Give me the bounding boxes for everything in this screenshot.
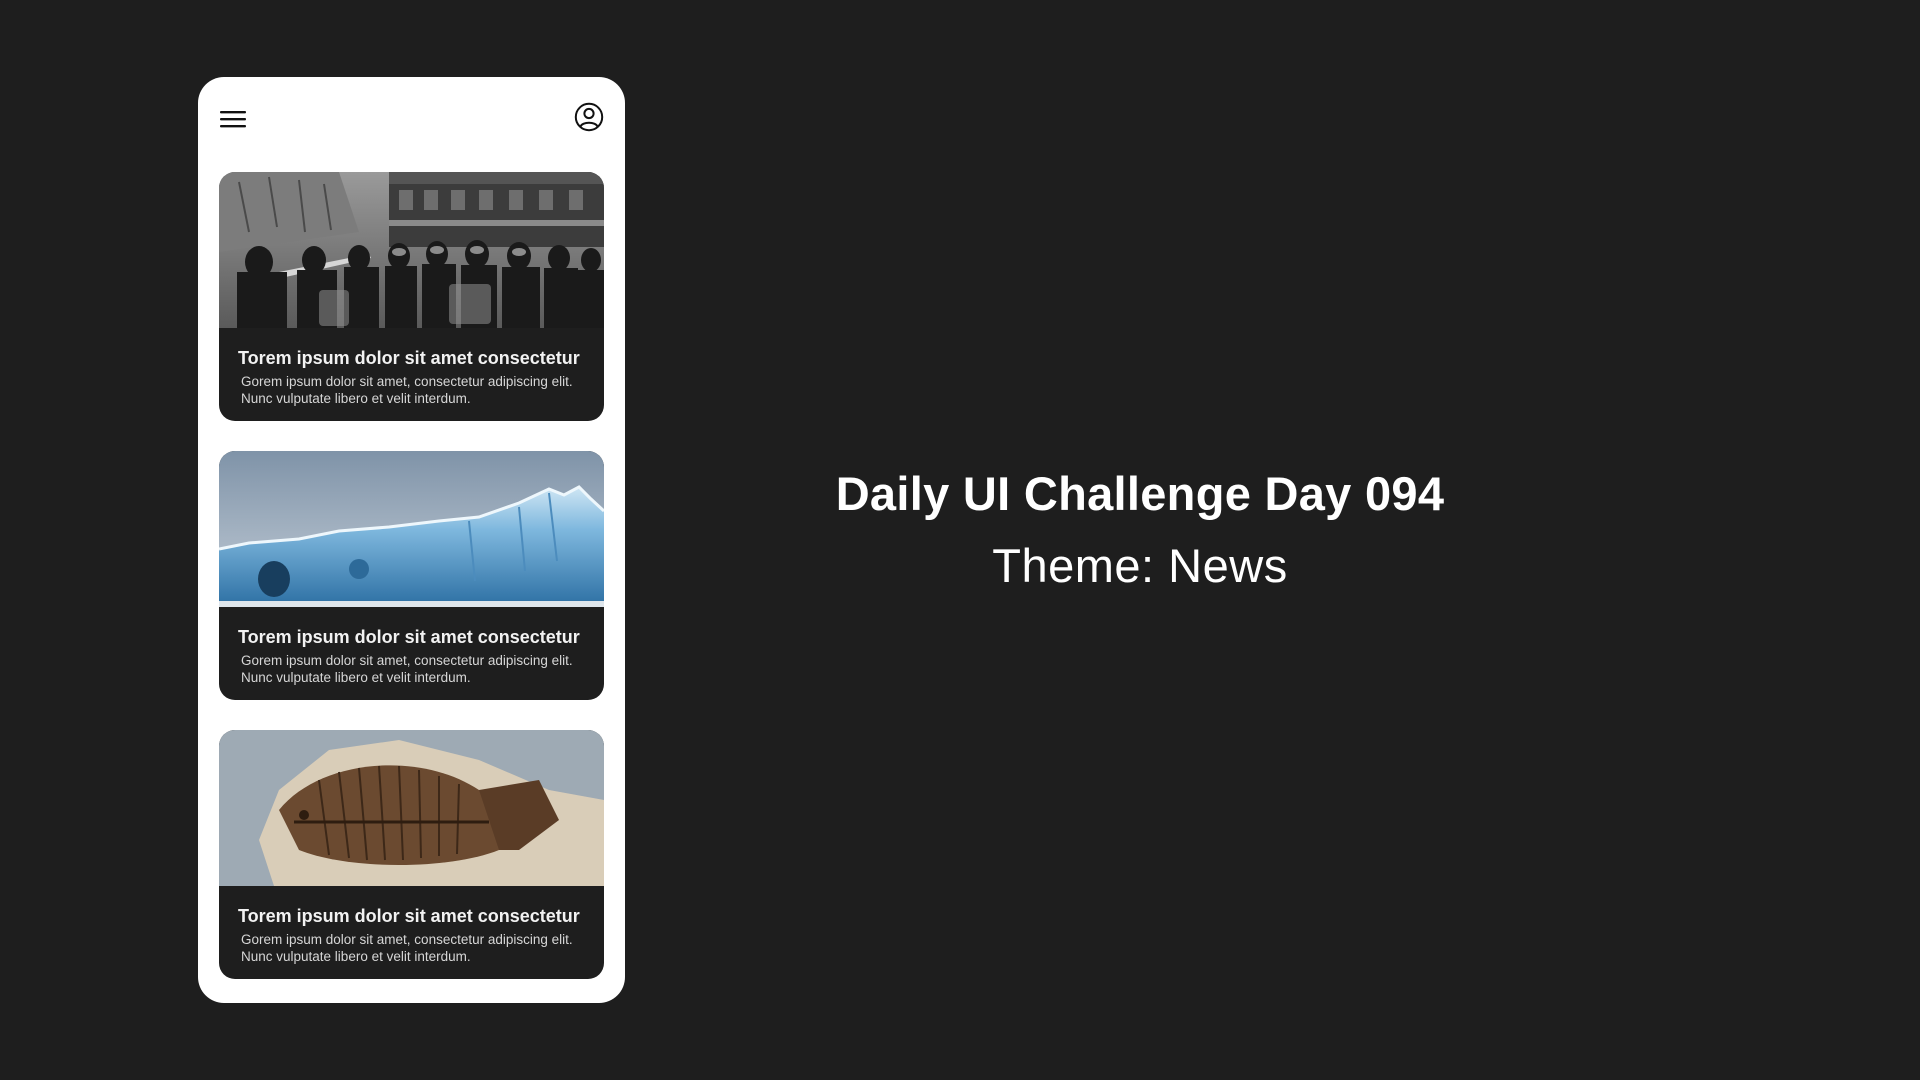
article-description: Gorem ipsum dolor sit amet, consectetur … [241,653,573,685]
phone-mockup: Torem ipsum dolor sit amet consectetur G… [198,77,625,1003]
article-description: Gorem ipsum dolor sit amet, consectetur … [241,374,573,406]
iceberg-photo [219,451,604,607]
app-header [198,77,625,172]
news-card[interactable]: Torem ipsum dolor sit amet consectetur G… [219,730,604,979]
challenge-theme: Theme: News [992,539,1288,592]
news-card[interactable]: Torem ipsum dolor sit amet consectetur G… [219,451,604,700]
article-description: Gorem ipsum dolor sit amet, consectetur … [241,932,573,964]
challenge-title: Daily UI Challenge Day 094 [835,467,1445,520]
article-title: Torem ipsum dolor sit amet consectetur [238,348,580,368]
presentation-canvas: Torem ipsum dolor sit amet consectetur G… [0,0,1920,1080]
menu-button[interactable] [218,104,248,134]
fish-fossil-photo [219,730,604,886]
profile-button[interactable] [573,101,605,133]
article-title: Torem ipsum dolor sit amet consectetur [238,906,580,926]
news-feed: Torem ipsum dolor sit amet consectetur G… [219,172,604,1003]
news-card[interactable]: Torem ipsum dolor sit amet consectetur G… [219,172,604,421]
protest-police-photo [219,172,604,328]
hamburger-menu-icon [220,111,246,128]
user-circle-icon [574,102,604,132]
article-title: Torem ipsum dolor sit amet consectetur [238,627,580,647]
